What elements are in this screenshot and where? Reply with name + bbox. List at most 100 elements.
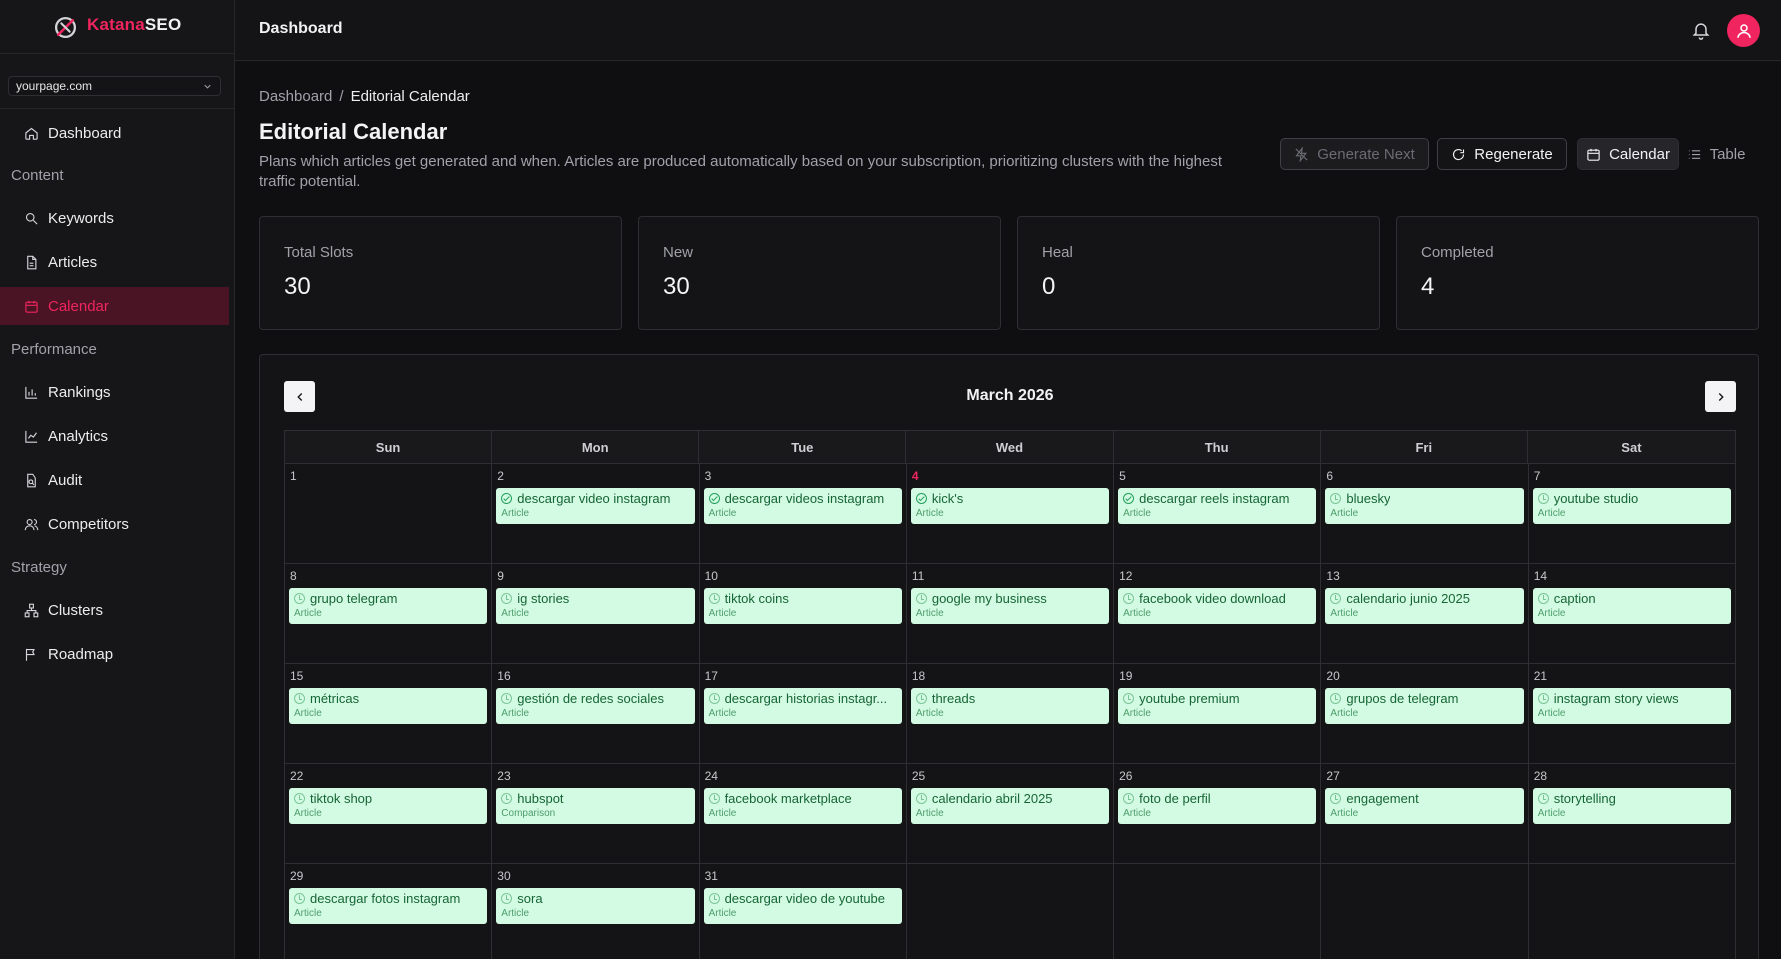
clock-icon	[294, 793, 305, 804]
site-select[interactable]: yourpage.com	[8, 76, 221, 96]
breadcrumb-link-dashboard[interactable]: Dashboard	[259, 88, 332, 105]
calendar-day-cell[interactable]: 11 google my business Article	[907, 564, 1115, 663]
calendar-event[interactable]: tiktok shop Article	[289, 788, 488, 824]
calendar-event[interactable]: facebook video download Article	[1118, 588, 1317, 624]
event-title: facebook video download	[1139, 591, 1286, 606]
calendar-event[interactable]: google my business Article	[910, 588, 1110, 624]
calendar-day-cell[interactable]: 14 caption Article	[1529, 564, 1736, 663]
calendar-event[interactable]: facebook marketplace Article	[703, 788, 902, 824]
sidebar-item-calendar[interactable]: Calendar	[0, 287, 229, 325]
day-number: 23	[497, 769, 511, 783]
calendar-event[interactable]: instagram story views Article	[1532, 688, 1731, 724]
calendar-day-cell[interactable]: 20 grupos de telegram Article	[1321, 664, 1529, 763]
calendar-event[interactable]: youtube premium Article	[1118, 688, 1317, 724]
calendar-event[interactable]: descargar fotos instagram Article	[289, 888, 488, 924]
calendar-day-cell[interactable]: 24 facebook marketplace Article	[700, 764, 907, 863]
calendar-event[interactable]: grupos de telegram Article	[1325, 688, 1524, 724]
clock-icon	[1330, 493, 1342, 504]
brand[interactable]: KatanaSEO	[0, 0, 234, 54]
calendar-day-cell[interactable]: 6 bluesky Article	[1321, 464, 1529, 563]
calendar-event[interactable]: calendario abril 2025 Article	[910, 788, 1110, 824]
stat-card-completed: Completed 4	[1396, 216, 1759, 330]
calendar-event[interactable]: youtube studio Article	[1532, 488, 1731, 524]
calendar-day-cell[interactable]: 30 sora Article	[492, 864, 700, 959]
event-title: descargar fotos instagram	[310, 891, 461, 906]
calendar-event[interactable]: ig stories Article	[496, 588, 695, 624]
sidebar-item-clusters[interactable]: Clusters	[0, 591, 229, 629]
calendar-event[interactable]: bluesky Article	[1325, 488, 1524, 524]
day-number: 22	[290, 769, 304, 783]
calendar-event[interactable]: descargar reels instagram Article	[1118, 488, 1317, 524]
clock-icon	[708, 593, 720, 604]
calendar-day-cell[interactable]: 28 storytelling Article	[1529, 764, 1736, 863]
calendar-event[interactable]: threads Article	[910, 688, 1110, 724]
calendar-day-cell[interactable]: 31 descargar video de youtube Article	[700, 864, 907, 959]
calendar-day-cell[interactable]: 27 engagement Article	[1321, 764, 1529, 863]
event-title: descargar reels instagram	[1139, 491, 1290, 506]
calendar-event[interactable]: caption Article	[1532, 588, 1731, 624]
calendar-event[interactable]: grupo telegram Article	[289, 588, 488, 624]
sidebar-item-analytics[interactable]: Analytics	[0, 417, 229, 455]
user-icon	[1736, 23, 1751, 38]
calendar-day-cell[interactable]: 22 tiktok shop Article	[285, 764, 493, 863]
weekday-header-row: Sun Mon Tue Wed Thu Fri Sat	[284, 430, 1736, 464]
avatar[interactable]	[1727, 14, 1760, 47]
calendar-event[interactable]: sora Article	[496, 888, 695, 924]
day-number: 8	[290, 569, 297, 583]
bell-icon[interactable]	[1691, 19, 1711, 41]
calendar-event[interactable]: kick's Article	[910, 488, 1110, 524]
generate-next-button[interactable]: Generate Next	[1280, 138, 1429, 170]
sidebar-item-rankings[interactable]: Rankings	[0, 373, 229, 411]
sidebar-item-articles[interactable]: Articles	[0, 243, 229, 281]
calendar-day-cell[interactable]: 18 threads Article	[907, 664, 1115, 763]
calendar-day-cell[interactable]: 26 foto de perfil Article	[1114, 764, 1322, 863]
calendar-day-cell[interactable]: 29 descargar fotos instagram Article	[285, 864, 493, 959]
sidebar-item-label: Clusters	[48, 601, 104, 619]
next-month-button[interactable]	[1705, 381, 1736, 412]
calendar-day-cell[interactable]: 1	[285, 464, 493, 563]
sidebar-item-keywords[interactable]: Keywords	[0, 199, 229, 237]
calendar-day-cell[interactable]: 15 métricas Article	[285, 664, 493, 763]
sidebar-item-dashboard[interactable]: Dashboard	[0, 114, 229, 152]
event-title-row: calendario junio 2025	[1330, 591, 1518, 606]
calendar-day-cell[interactable]: 13 calendario junio 2025 Article	[1321, 564, 1529, 663]
calendar-day-cell[interactable]: 23 hubspot Comparison	[492, 764, 700, 863]
calendar-event[interactable]: descargar video de youtube Article	[703, 888, 902, 924]
clock-icon	[915, 593, 927, 604]
calendar-day-cell[interactable]: 8 grupo telegram Article	[285, 564, 493, 663]
calendar-event[interactable]: hubspot Comparison	[496, 788, 695, 824]
calendar-event[interactable]: engagement Article	[1325, 788, 1524, 824]
calendar-event[interactable]: calendario junio 2025 Article	[1325, 588, 1524, 624]
calendar-day-cell[interactable]: 2 descargar video instagram Article	[492, 464, 700, 563]
calendar-day-cell[interactable]: 21 instagram story views Article	[1529, 664, 1736, 763]
regenerate-button[interactable]: Regenerate	[1437, 138, 1567, 170]
sidebar-item-competitors[interactable]: Competitors	[0, 505, 229, 543]
calendar-view-button[interactable]: Calendar	[1577, 138, 1679, 170]
calendar-day-cell[interactable]: 16 gestión de redes sociales Article	[492, 664, 700, 763]
calendar-event[interactable]: storytelling Article	[1532, 788, 1731, 824]
sidebar-item-roadmap[interactable]: Roadmap	[0, 635, 229, 673]
calendar-day-cell[interactable]: 9 ig stories Article	[492, 564, 700, 663]
calendar-day-cell[interactable]: 10 tiktok coins Article	[700, 564, 907, 663]
calendar-day-cell[interactable]: 4 kick's Article	[907, 464, 1115, 563]
calendar-day-cell[interactable]: 17 descargar historias instagr... Article	[700, 664, 907, 763]
event-title: kick's	[931, 491, 964, 506]
table-view-button[interactable]: Table	[1684, 138, 1748, 170]
calendar-event[interactable]: descargar video instagram Article	[496, 488, 695, 524]
calendar-event[interactable]: gestión de redes sociales Article	[496, 688, 695, 724]
calendar-day-cell[interactable]: 7 youtube studio Article	[1529, 464, 1736, 563]
sidebar-group-strategy: Strategy	[11, 559, 67, 576]
calendar-event[interactable]: descargar historias instagr... Article	[703, 688, 902, 724]
calendar-event[interactable]: métricas Article	[289, 688, 488, 724]
calendar-day-cell[interactable]: 12 facebook video download Article	[1114, 564, 1322, 663]
calendar-day-cell[interactable]: 5 descargar reels instagram Article	[1114, 464, 1322, 563]
calendar-day-cell[interactable]: 19 youtube premium Article	[1114, 664, 1322, 763]
calendar-day-cell[interactable]: 3 descargar videos instagram Article	[700, 464, 907, 563]
sidebar-item-audit[interactable]: Audit	[0, 461, 229, 499]
calendar-event[interactable]: tiktok coins Article	[703, 588, 902, 624]
event-title-row: youtube premium	[1123, 691, 1311, 706]
event-title-row: engagement	[1330, 791, 1518, 806]
calendar-day-cell[interactable]: 25 calendario abril 2025 Article	[907, 764, 1115, 863]
calendar-event[interactable]: foto de perfil Article	[1118, 788, 1317, 824]
calendar-event[interactable]: descargar videos instagram Article	[703, 488, 902, 524]
